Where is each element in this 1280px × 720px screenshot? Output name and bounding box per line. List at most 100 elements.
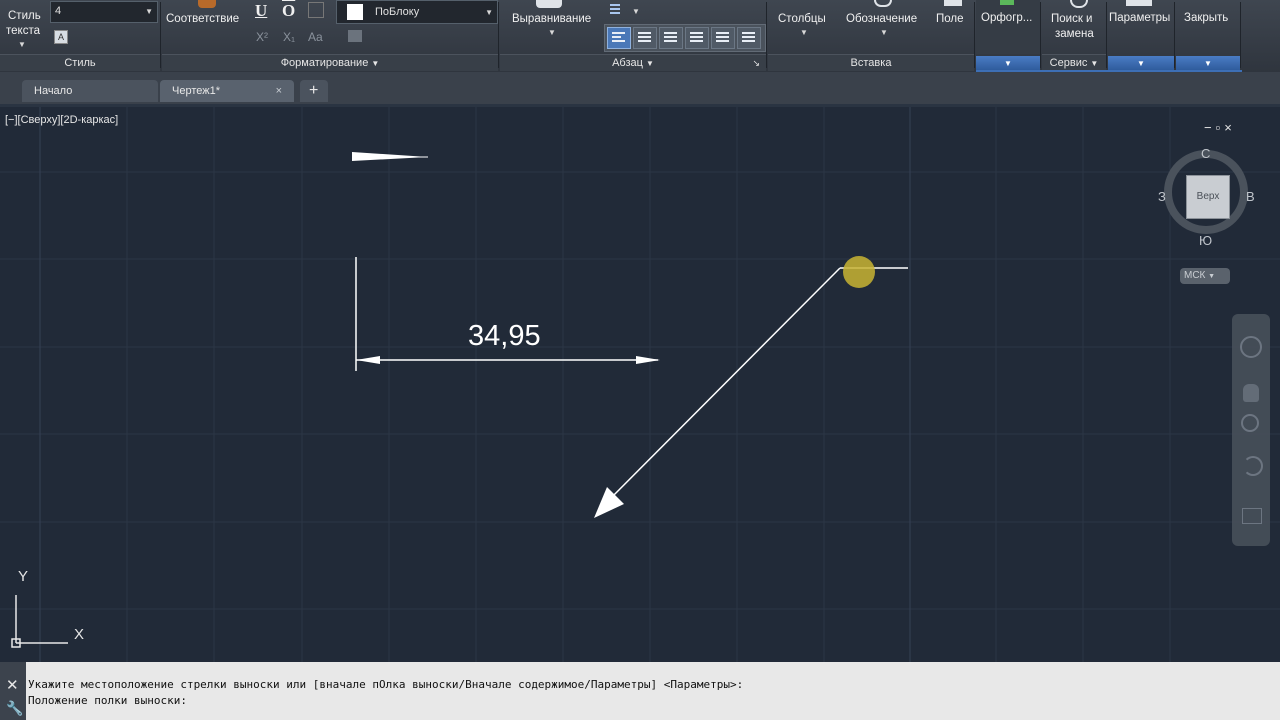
spell-panel-expander[interactable]: ▼ [976, 56, 1040, 70]
subscript-button[interactable]: X₁ [283, 30, 295, 44]
viewcube-north[interactable]: С [1201, 146, 1210, 161]
underline-button[interactable]: U [255, 1, 267, 21]
close-icon[interactable]: ✕ [6, 676, 19, 694]
change-case-button[interactable]: Aa [308, 30, 323, 44]
drawing-canvas[interactable] [0, 107, 1280, 662]
viewcube-top-face[interactable]: Верх [1186, 175, 1230, 219]
tools-panel-title: Сервис ▼ [1042, 54, 1106, 71]
dimension-arrow-left[interactable] [356, 356, 380, 364]
text-style-label-line1: Стиль [8, 10, 41, 22]
text-style-button[interactable]: Стиль [8, 10, 41, 22]
symbol-button[interactable]: Обозначение [846, 13, 917, 25]
close-icon[interactable]: × [276, 80, 282, 102]
navigation-bar [1232, 314, 1270, 546]
align-left-button[interactable] [607, 27, 631, 49]
command-line[interactable]: Укажите местоположение стрелки выноски и… [0, 662, 1280, 720]
viewport-window-controls[interactable]: −▫× [1204, 120, 1236, 135]
justify-button[interactable] [685, 27, 709, 49]
viewport-controls[interactable]: [−][Сверху][2D-каркас] [5, 114, 118, 126]
text-style-label-line2: текста [6, 25, 40, 37]
close-editor-button[interactable]: Закрыть [1184, 12, 1228, 24]
style-panel-title: Стиль [0, 54, 160, 71]
spell-check-icon [1000, 0, 1014, 5]
chevron-down-icon[interactable]: ▼ [880, 28, 888, 37]
command-line-grip[interactable]: ✕ 🔧 [0, 662, 26, 720]
ucs-menu-label: МСК [1184, 270, 1206, 281]
text-color-value: ПоБлоку [375, 6, 420, 18]
text-frame-icon[interactable] [308, 2, 324, 18]
align-right-button[interactable] [659, 27, 683, 49]
leader-cursor-marker [843, 256, 875, 288]
distribute-button[interactable] [711, 27, 735, 49]
leader-arrowhead[interactable] [594, 487, 624, 518]
dimension-arrow-right[interactable] [636, 356, 660, 364]
find-replace-label-line1[interactable]: Поиск и [1051, 13, 1093, 25]
viewcube-west[interactable]: З [1158, 189, 1166, 204]
chevron-down-icon[interactable]: ▼ [646, 59, 654, 68]
justification-button[interactable]: Выравнивание [512, 13, 591, 25]
ucs-y-label: Y [18, 568, 29, 585]
formatting-panel-title-text: Форматирование [280, 57, 369, 69]
plus-icon: + [309, 82, 319, 99]
superscript-button[interactable]: X² [256, 30, 268, 44]
tab-start-label: Начало [34, 85, 73, 97]
orbit-icon[interactable] [1243, 456, 1263, 476]
columns-button[interactable]: Столбцы [778, 13, 826, 25]
formatting-panel-title: Форматирование ▼ [162, 54, 498, 71]
wrench-icon[interactable]: 🔧 [6, 700, 23, 717]
chevron-down-icon[interactable]: ▼ [371, 59, 379, 68]
command-history-line-2: Положение полки выноски: [28, 694, 187, 707]
text-color-combo[interactable]: ПоБлоку ▼ [336, 0, 498, 24]
options-expander[interactable]: ▼ [1108, 56, 1174, 70]
dimension-text[interactable]: 34,95 [468, 320, 541, 353]
close-expander[interactable]: ▼ [1176, 56, 1240, 70]
chevron-down-icon[interactable]: ▼ [548, 28, 556, 37]
pan-icon[interactable] [1243, 384, 1259, 402]
dialog-launcher-icon[interactable]: ↘ [752, 55, 760, 71]
find-replace-label-line2[interactable]: замена [1055, 28, 1094, 40]
chevron-down-icon[interactable]: ▼ [632, 7, 640, 16]
alignment-toolbar [604, 24, 766, 52]
overline-button[interactable]: O [282, 1, 295, 21]
ucs-menu[interactable]: МСК ▼ [1180, 268, 1230, 284]
spell-panel-bg [976, 0, 1040, 54]
find-icon [1070, 0, 1088, 8]
chevron-down-icon: ▼ [485, 8, 493, 17]
spell-check-button[interactable]: Орфогр... [981, 12, 1032, 24]
new-tab-button[interactable]: + [300, 80, 328, 102]
chevron-down-icon: ▼ [145, 7, 153, 16]
tab-drawing1[interactable]: Чертеж1* × [160, 80, 294, 102]
options-button[interactable]: Параметры [1109, 12, 1170, 24]
tab-start[interactable]: Начало [22, 80, 158, 102]
text-height-combo[interactable]: 4 ▼ [50, 1, 158, 23]
tools-panel-title-text: Сервис [1049, 57, 1088, 69]
line-spacing-button[interactable] [737, 27, 761, 49]
chevron-down-icon: ▼ [1137, 59, 1145, 68]
grid [0, 107, 1280, 662]
match-properties-button[interactable]: Соответствие [166, 13, 239, 25]
justification-icon [536, 0, 562, 8]
align-center-button[interactable] [633, 27, 657, 49]
annotative-icon[interactable]: A [54, 30, 68, 44]
showmotion-icon[interactable] [1242, 508, 1262, 524]
drawing-viewport[interactable]: −▫× [0, 104, 1280, 662]
leader-line[interactable] [603, 267, 841, 506]
tab-drawing1-label: Чертеж1* [172, 85, 220, 97]
chevron-down-icon[interactable]: ▼ [800, 28, 808, 37]
chevron-down-icon[interactable]: ▼ [1090, 59, 1098, 68]
field-button[interactable]: Поле [936, 13, 964, 25]
steering-wheel-icon[interactable] [1240, 336, 1262, 358]
command-history-line-1: Укажите местоположение стрелки выноски и… [28, 678, 744, 691]
viewcube-south[interactable]: Ю [1199, 233, 1212, 248]
text-height-value: 4 [55, 5, 62, 17]
bullets-icon[interactable] [610, 3, 624, 15]
chevron-down-icon[interactable]: ▼ [18, 40, 26, 49]
chevron-down-icon: ▼ [1208, 273, 1216, 280]
field-icon [944, 0, 962, 6]
zoom-icon[interactable] [1241, 414, 1259, 432]
background-mask-icon[interactable] [348, 30, 362, 42]
chevron-down-icon: ▼ [1004, 59, 1012, 68]
viewcube-east[interactable]: В [1246, 189, 1255, 204]
ucs-x-label: X [74, 626, 85, 643]
color-swatch [347, 4, 363, 20]
